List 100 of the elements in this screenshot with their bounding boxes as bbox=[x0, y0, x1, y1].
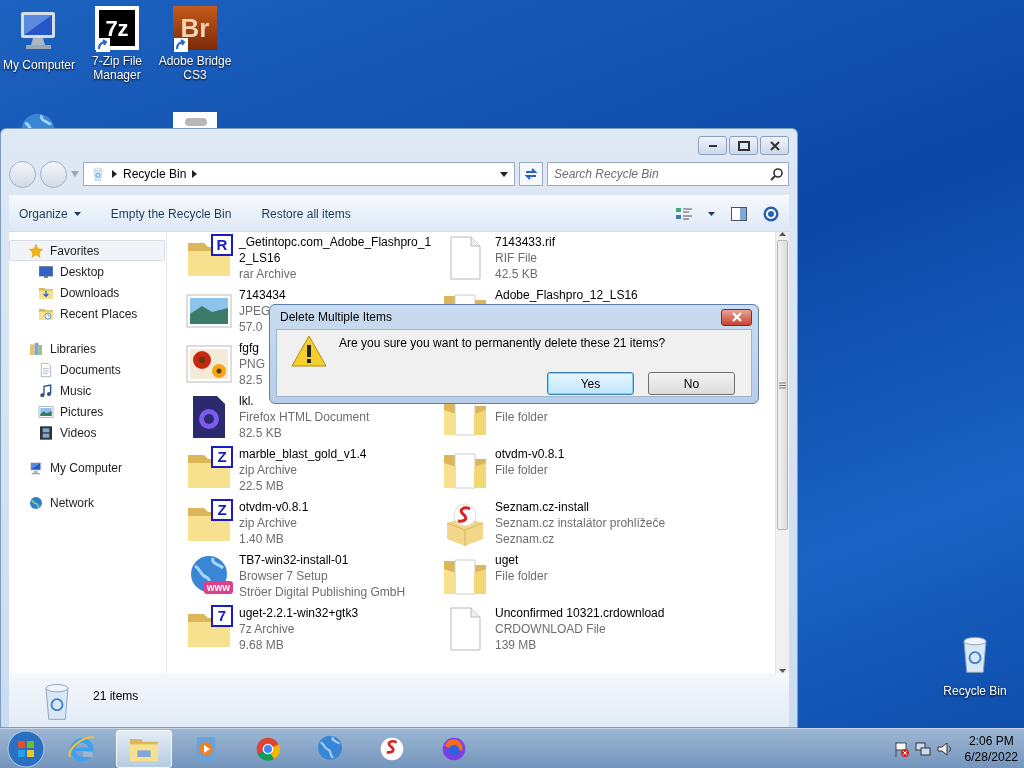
www-tag: www bbox=[203, 581, 233, 594]
file-name[interactable]: _Getintopc.com_Adobe_Flashpro_12_LS16 bbox=[239, 234, 435, 266]
navigation-item[interactable]: Pictures bbox=[9, 401, 165, 422]
file-detail: 1.40 MB bbox=[239, 531, 284, 547]
minimize-icon bbox=[708, 144, 717, 147]
file-detail: 82.5 bbox=[239, 372, 263, 388]
help-icon[interactable] bbox=[763, 205, 779, 222]
dropdown-arrow-icon[interactable] bbox=[500, 171, 508, 177]
navigation-item[interactable]: Recent Places bbox=[9, 303, 165, 324]
file-name[interactable]: Unconfirmed 10321.crdownload bbox=[495, 605, 665, 621]
recycle-bin-icon bbox=[90, 166, 106, 182]
close-button[interactable] bbox=[760, 136, 789, 155]
file-name[interactable]: TB7-win32-install-01 bbox=[239, 552, 349, 568]
navigation-item[interactable]: My Computer bbox=[9, 457, 165, 478]
file-type: File folder bbox=[495, 568, 548, 584]
navigation-item[interactable]: Documents bbox=[9, 359, 165, 380]
preview-pane-icon[interactable] bbox=[731, 206, 747, 221]
toolbar-button[interactable]: Empty the Recycle Bin bbox=[110, 202, 232, 225]
refresh-button[interactable] bbox=[519, 162, 543, 186]
file-detail: 22.5 MB bbox=[239, 478, 284, 494]
navigation-item[interactable]: Favorites bbox=[9, 240, 165, 261]
scroll-down-arrow-icon[interactable] bbox=[779, 669, 786, 673]
network-globe-icon bbox=[28, 494, 44, 511]
clock-date[interactable]: 6/28/2022 bbox=[964, 748, 1018, 765]
scrollbar-thumb[interactable] bbox=[777, 240, 788, 530]
file-detail: 57.0 bbox=[239, 319, 263, 335]
breadcrumb-arrow-icon bbox=[192, 170, 198, 178]
refresh-icon bbox=[524, 167, 538, 181]
file-name[interactable]: otvdm-v0.8.1 bbox=[239, 499, 309, 515]
network-icon[interactable] bbox=[914, 740, 931, 757]
file-name[interactable]: 7143433.rif bbox=[495, 234, 556, 250]
dialog-button[interactable]: No bbox=[648, 372, 735, 395]
file-name[interactable]: uget bbox=[495, 552, 519, 568]
search-field[interactable]: Search Recycle Bin bbox=[547, 162, 789, 186]
file-type: CRDOWNLOAD File bbox=[495, 621, 606, 637]
desktop-icon-label[interactable]: Adobe Bridge CS3 bbox=[156, 54, 234, 82]
navigation-item[interactable]: Desktop bbox=[9, 261, 165, 282]
file-type: 7z Archive bbox=[239, 621, 295, 637]
navigation-item[interactable]: Music bbox=[9, 380, 165, 401]
navigation-item[interactable]: Downloads bbox=[9, 282, 165, 303]
breadcrumb-arrow-icon bbox=[112, 170, 117, 178]
navigation-item[interactable]: Libraries bbox=[9, 338, 165, 359]
file-type: Seznam.cz instalátor prohlížeče bbox=[495, 515, 666, 531]
file-name[interactable]: 7143434 bbox=[239, 287, 286, 303]
navigation-item[interactable]: Videos bbox=[9, 422, 165, 443]
monitor-icon bbox=[38, 263, 54, 280]
file-detail: 82.5 KB bbox=[239, 425, 282, 441]
clock-time[interactable]: 2:06 PM bbox=[968, 732, 1014, 749]
toolbar-button[interactable]: Organize bbox=[19, 202, 81, 225]
flag-icon[interactable] bbox=[892, 740, 909, 757]
image-icon bbox=[38, 403, 54, 420]
scrollbar[interactable] bbox=[775, 232, 789, 673]
caret-icon[interactable] bbox=[708, 211, 715, 216]
file-type: rar Archive bbox=[239, 266, 297, 282]
letter-tile: Z bbox=[211, 446, 233, 468]
dialog-title: Delete Multiple Items bbox=[279, 309, 393, 326]
start-button[interactable] bbox=[4, 728, 48, 768]
file-type: zip Archive bbox=[239, 515, 298, 531]
warning-icon bbox=[291, 335, 327, 367]
file-type: zip Archive bbox=[239, 462, 298, 478]
library-icon bbox=[28, 340, 44, 357]
file-name[interactable]: marble_blast_gold_v1.4 bbox=[239, 446, 367, 462]
dialog-button[interactable]: Yes bbox=[547, 372, 634, 395]
file-name[interactable]: Adobe_Flashpro_12_LS16 bbox=[495, 287, 638, 303]
file-type: Firefox HTML Document bbox=[239, 409, 370, 425]
file-name[interactable]: lkl. bbox=[239, 393, 254, 409]
desktop-icon-label[interactable]: 7-Zip File Manager bbox=[78, 54, 156, 82]
toolbar-button[interactable]: Restore all items bbox=[261, 202, 351, 225]
file-detail: Seznam.cz bbox=[495, 531, 555, 547]
file-name[interactable]: fgfg bbox=[239, 340, 259, 356]
volume-icon[interactable] bbox=[936, 740, 953, 757]
file-detail: Ströer Digital Publishing GmbH bbox=[239, 584, 406, 600]
letter-tile: R bbox=[211, 234, 233, 256]
file-detail: 9.68 MB bbox=[239, 637, 284, 653]
film-icon bbox=[38, 424, 54, 441]
maximize-icon bbox=[737, 140, 750, 151]
minimize-button[interactable] bbox=[698, 136, 727, 155]
file-type: Browser 7 Setup bbox=[239, 568, 328, 584]
breadcrumb-item[interactable]: Recycle Bin bbox=[123, 165, 187, 183]
app-logo: Br bbox=[173, 6, 217, 50]
file-type: PNG bbox=[239, 356, 265, 372]
file-name[interactable]: uget-2.2.1-win32+gtk3 bbox=[239, 605, 359, 621]
scroll-up-arrow-icon[interactable] bbox=[779, 232, 786, 236]
document-icon bbox=[38, 361, 54, 378]
close-icon bbox=[730, 312, 743, 322]
close-icon bbox=[769, 140, 780, 151]
letter-tile: 7 bbox=[211, 605, 233, 627]
address-bar[interactable]: Recycle Bin bbox=[83, 162, 515, 186]
close-button[interactable] bbox=[721, 308, 752, 326]
star-icon bbox=[28, 242, 44, 259]
maximize-button[interactable] bbox=[729, 136, 758, 155]
file-type: RIF File bbox=[495, 250, 537, 266]
desktop-icon-label[interactable]: My Computer bbox=[3, 58, 75, 72]
desktop-icon-label[interactable]: Recycle Bin bbox=[943, 682, 1007, 700]
view-options-icon[interactable] bbox=[676, 206, 692, 221]
music-note-icon bbox=[38, 382, 54, 399]
navigation-item[interactable]: Network bbox=[9, 492, 165, 513]
file-type: File folder bbox=[495, 409, 548, 425]
file-name[interactable]: otvdm-v0.8.1 bbox=[495, 446, 565, 462]
file-name[interactable]: Seznam.cz-install bbox=[495, 499, 590, 515]
